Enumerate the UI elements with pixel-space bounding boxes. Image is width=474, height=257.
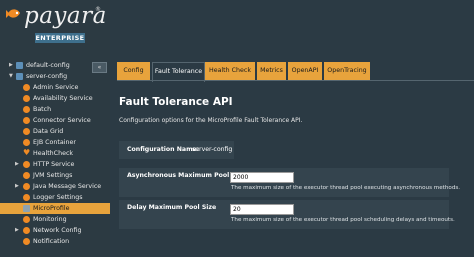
sidebar-item-label: default-config (26, 62, 70, 69)
configuration-name-value: server-config (192, 146, 233, 153)
service-icon (23, 84, 30, 91)
tab-metrics[interactable]: Metrics (257, 62, 286, 80)
delay-pool-size-input[interactable] (230, 204, 294, 215)
tab-fault-tolerance[interactable]: Fault Tolerance (152, 62, 205, 82)
service-icon (23, 183, 30, 190)
heart-icon (23, 147, 30, 158)
tab-health-check[interactable]: Health Check (205, 62, 255, 80)
sidebar-item[interactable]: Notification (0, 236, 110, 247)
property-async-max-pool-size: Asynchronous Maximum Pool Size The maxim… (119, 168, 460, 197)
sidebar-item[interactable]: Logger Settings (0, 192, 110, 203)
collapsed-arrow-icon[interactable]: ▶ (15, 225, 19, 236)
sidebar-item-label: Batch (33, 106, 52, 113)
sidebar-item-label: Network Config (33, 227, 82, 234)
sidebar-item[interactable]: Availability Service (0, 93, 110, 104)
tab-divider (117, 80, 474, 81)
sidebar-item-label: HTTP Service (33, 161, 75, 168)
sidebar: payara ® ENTERPRISE ▶ default-config ▼ serv… (0, 0, 110, 257)
sidebar-item[interactable]: ▶ Network Config (0, 225, 110, 236)
main-content: Config Fault Tolerance Health Check Metrics… (110, 0, 474, 257)
tab-openapi[interactable]: OpenAPI (288, 62, 322, 80)
page-title: Fault Tolerance API (119, 96, 233, 108)
sidebar-item-label: Java Message Service (33, 183, 102, 190)
service-icon (23, 194, 30, 201)
async-pool-size-input[interactable] (230, 172, 294, 183)
sidebar-item[interactable]: Connector Service (0, 115, 110, 126)
sidebar-item-label: JVM Settings (33, 172, 73, 179)
property-help: The maximum size of the executor thread … (231, 185, 461, 191)
service-icon (23, 238, 30, 245)
collapsed-arrow-icon[interactable]: ▶ (15, 181, 19, 192)
service-icon (23, 161, 30, 168)
sidebar-item-label: server-config (26, 73, 68, 80)
service-icon (23, 216, 30, 223)
property-help: The maximum size of the executor thread … (231, 217, 455, 223)
sidebar-item[interactable]: Monitoring (0, 214, 110, 225)
sidebar-item[interactable]: Data Grid (0, 126, 110, 137)
property-delay-max-pool-size: Delay Maximum Pool Size The maximum size… (119, 200, 455, 229)
sidebar-item-label: Data Grid (33, 128, 64, 135)
service-icon (23, 205, 30, 212)
sidebar-item[interactable]: MicroProfile (0, 203, 110, 214)
sidebar-item[interactable]: JVM Settings (0, 170, 110, 181)
service-icon (23, 95, 30, 102)
expanded-arrow-icon[interactable]: ▼ (9, 71, 13, 82)
registered-mark: ® (95, 6, 101, 13)
sidebar-item-label: MicroProfile (33, 205, 70, 212)
sidebar-item-label: Connector Service (33, 117, 91, 124)
sidebar-item-label: HealthCheck (33, 150, 74, 157)
service-icon (23, 117, 30, 124)
sidebar-item[interactable]: Admin Service (0, 82, 110, 93)
sidebar-item-label: Admin Service (33, 84, 79, 91)
property-label: Asynchronous Maximum Pool Size (127, 172, 246, 179)
collapsed-arrow-icon[interactable]: ▶ (9, 60, 13, 71)
service-icon (23, 128, 30, 135)
nav-tree: ▶ default-config ▼ server-config Admin Servi… (0, 60, 110, 247)
sidebar-item[interactable]: HealthCheck (0, 147, 110, 159)
service-icon (23, 139, 30, 146)
service-icon (23, 227, 30, 234)
collapsed-arrow-icon[interactable]: ▶ (15, 159, 19, 170)
sidebar-item-label: Monitoring (33, 216, 67, 223)
service-icon (23, 172, 30, 179)
sidebar-item[interactable]: ▶ HTTP Service (0, 159, 110, 170)
configuration-name-label: Configuration Name: (127, 146, 200, 153)
sidebar-item-label: EJB Container (33, 139, 76, 146)
page-description: Configuration options for the MicroProfi… (119, 117, 303, 124)
brand-logo[interactable]: payara ® ENTERPRISE (0, 0, 110, 58)
config-icon (16, 73, 23, 80)
sidebar-item[interactable]: ▶ Java Message Service (0, 181, 110, 192)
tab-config[interactable]: Config (117, 62, 150, 80)
configuration-name-box: Configuration Name: server-config (119, 141, 234, 159)
sidebar-item-label: Logger Settings (33, 194, 83, 201)
service-icon (23, 106, 30, 113)
sidebar-item[interactable]: Batch (0, 104, 110, 115)
edition-badge: ENTERPRISE (35, 33, 85, 43)
collapse-sidebar-button[interactable]: « (92, 62, 107, 73)
property-label: Delay Maximum Pool Size (127, 204, 217, 211)
sidebar-item[interactable]: EJB Container (0, 137, 110, 148)
config-icon (16, 62, 23, 69)
sidebar-item-label: Notification (33, 238, 70, 245)
payara-fish-icon (6, 9, 20, 18)
sidebar-item-label: Availability Service (33, 95, 93, 102)
tab-opentracing[interactable]: OpenTracing (324, 62, 370, 80)
